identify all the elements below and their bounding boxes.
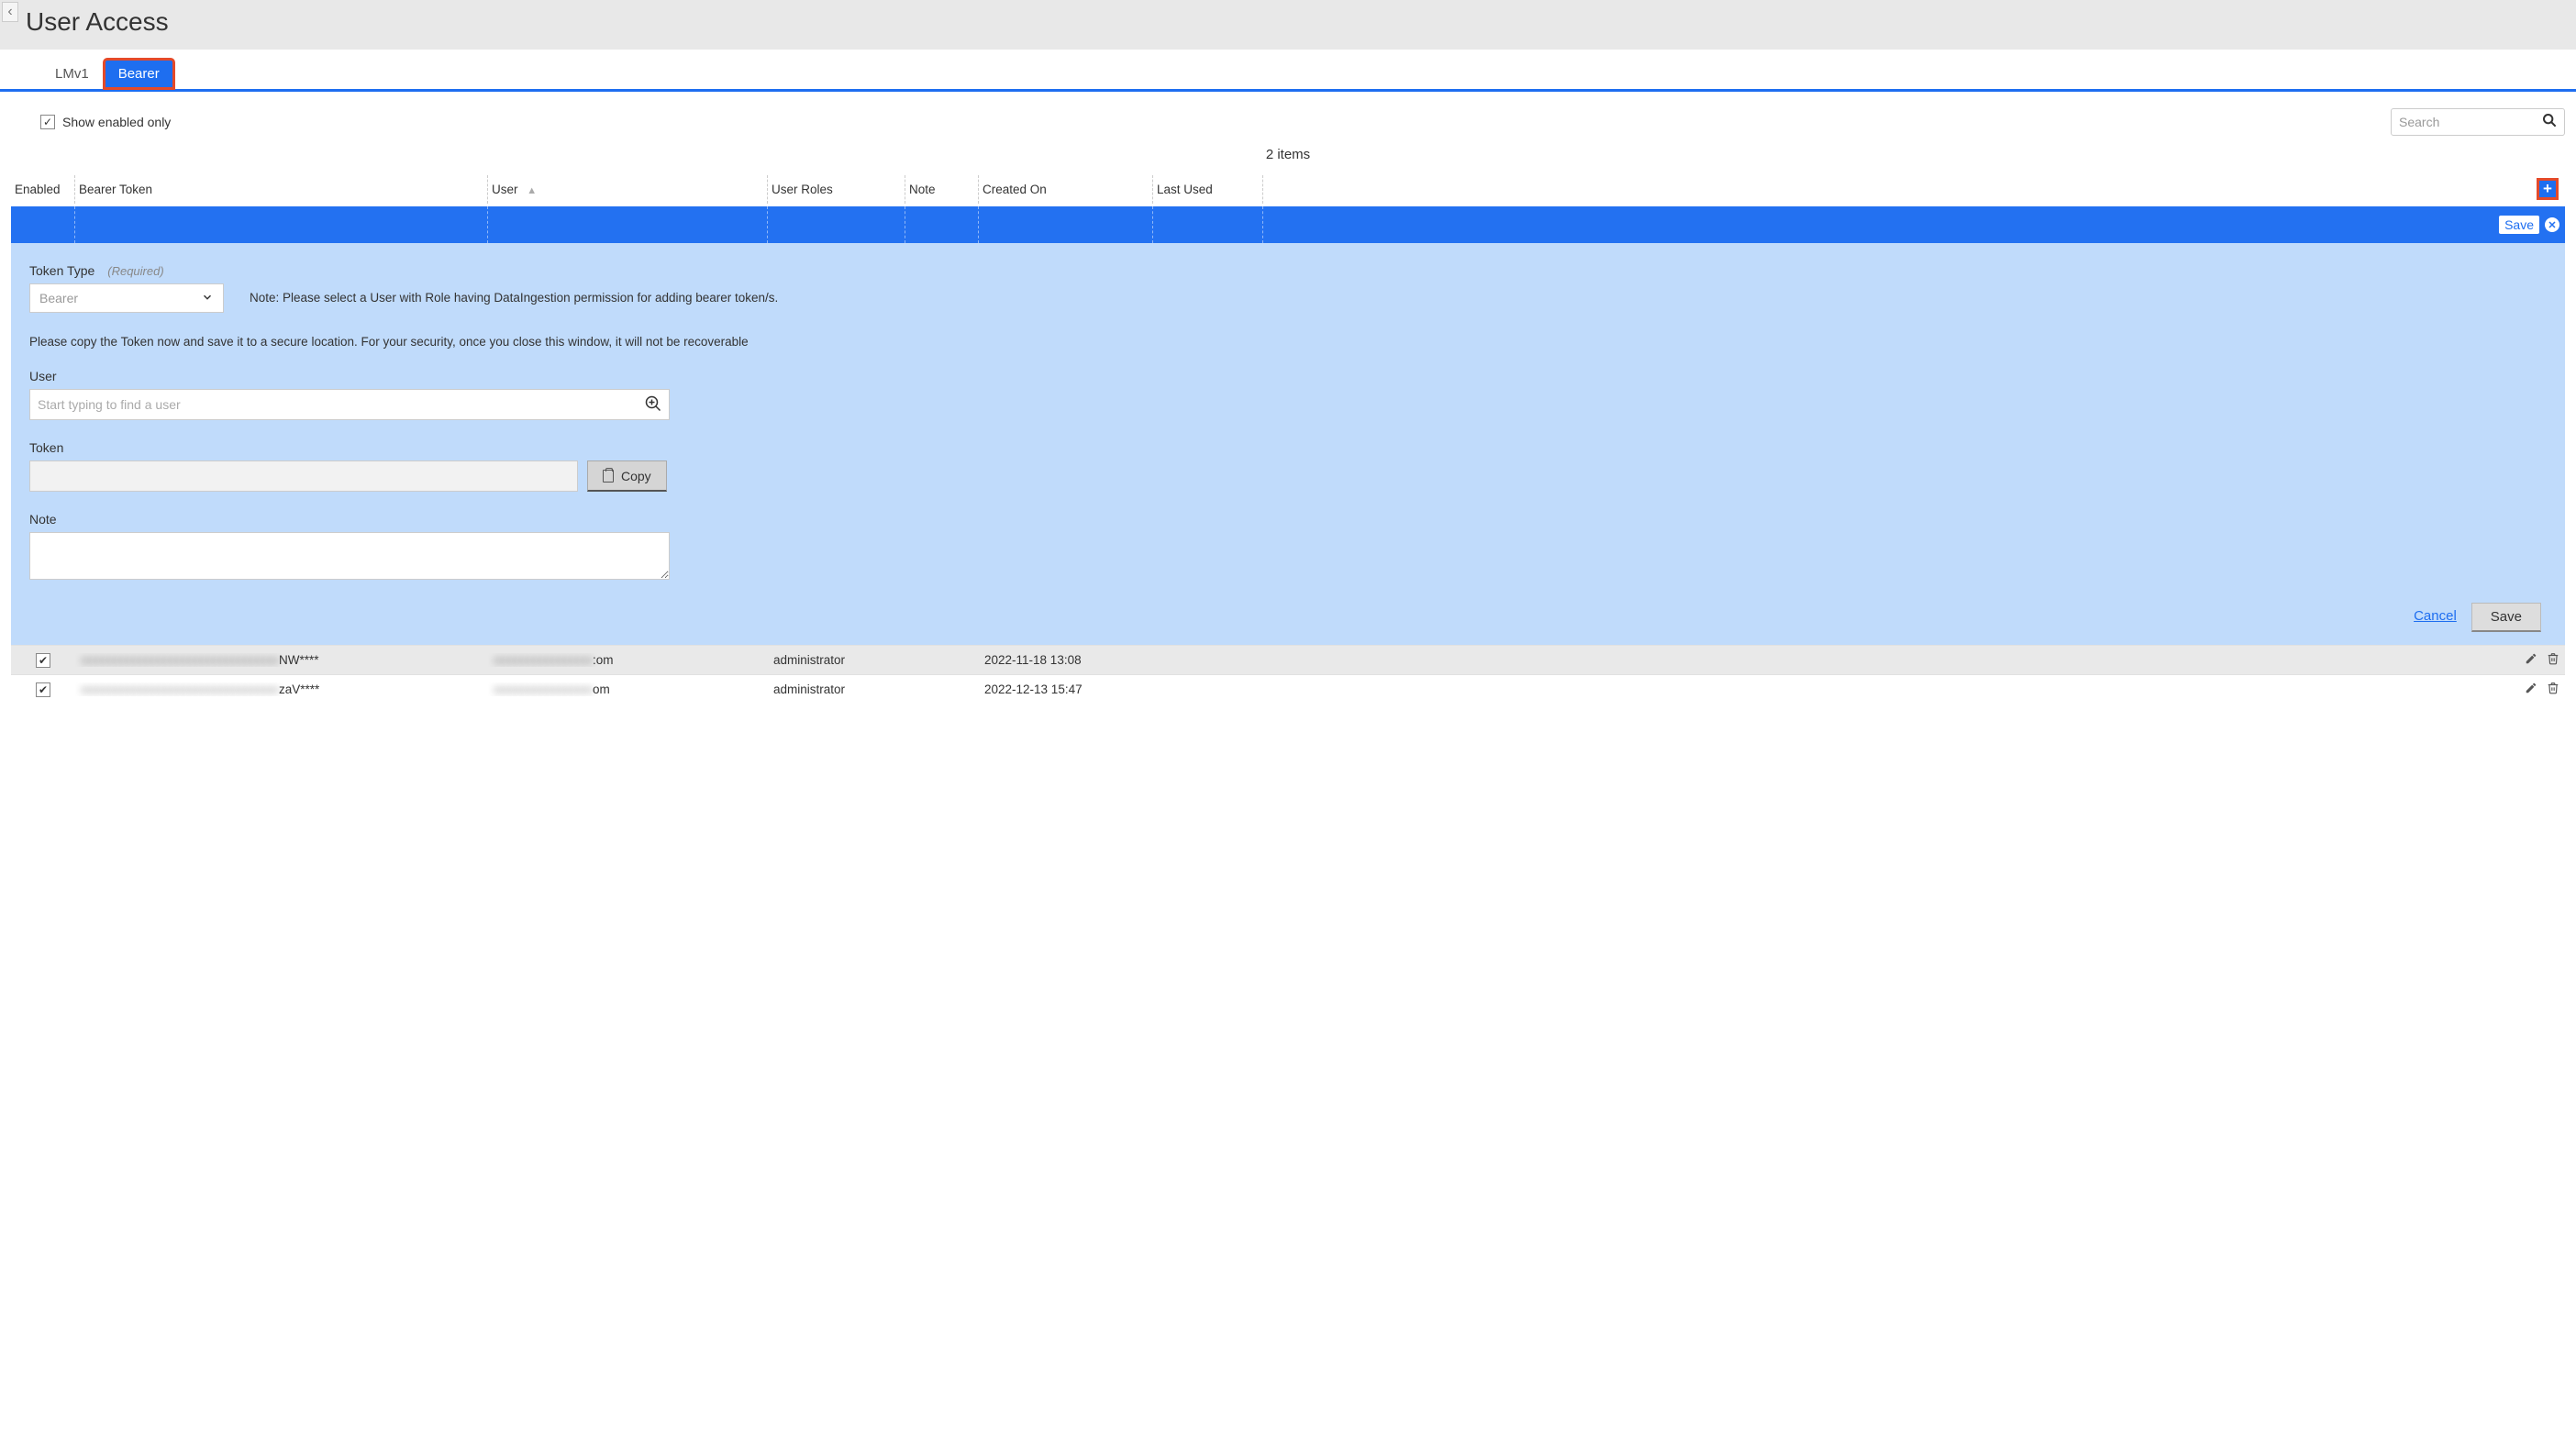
- token-output: [29, 460, 578, 492]
- user-label: User: [29, 369, 2547, 383]
- back-button[interactable]: ‹: [2, 2, 18, 22]
- clipboard-icon: [603, 470, 614, 483]
- col-created-on[interactable]: Created On: [979, 175, 1153, 204]
- tab-bearer[interactable]: Bearer: [104, 59, 174, 89]
- cell-user-roles: administrator: [768, 653, 905, 667]
- user-input-wrap[interactable]: [29, 389, 670, 420]
- col-user-label: User: [492, 183, 518, 196]
- col-user-roles[interactable]: User Roles: [768, 175, 905, 204]
- show-enabled-only-label: Show enabled only: [62, 115, 171, 129]
- tab-lmv1[interactable]: LMv1: [40, 59, 104, 89]
- cell-created-on: 2022-12-13 15:47: [979, 682, 1153, 696]
- edit-icon[interactable]: [2525, 682, 2537, 697]
- security-warning: Please copy the Token now and save it to…: [29, 335, 2547, 349]
- redacted-text: xxxxxxxxxxxxxxxxxxxxxxxxxxxxxxxx: [81, 682, 279, 696]
- redacted-text: xxxxxxxxxxxxxxxxxxxxxxxxxxxxxxxx: [81, 653, 279, 667]
- enabled-checkbox[interactable]: ✔: [36, 682, 50, 697]
- items-count: 2 items: [0, 141, 2576, 172]
- table-row[interactable]: ✔ xxxxxxxxxxxxxxxxxxxxxxxxxxxxxxxxzaV***…: [11, 674, 2565, 704]
- cell-bearer-token: xxxxxxxxxxxxxxxxxxxxxxxxxxxxxxxxNW****: [75, 653, 488, 667]
- delete-icon[interactable]: [2547, 652, 2559, 668]
- new-row-bar: Save ✕: [11, 206, 2565, 243]
- header-bar: User Access: [0, 0, 2576, 50]
- table-header-row: Enabled Bearer Token User ▲ User Roles N…: [11, 172, 2565, 206]
- note-label: Note: [29, 512, 2547, 527]
- copy-label: Copy: [621, 469, 651, 483]
- delete-icon[interactable]: [2547, 682, 2559, 697]
- token-type-select[interactable]: Bearer: [29, 283, 224, 313]
- row-close-button[interactable]: ✕: [2545, 217, 2559, 232]
- table-body: ✔ xxxxxxxxxxxxxxxxxxxxxxxxxxxxxxxxNW****…: [11, 645, 2565, 704]
- user-input[interactable]: [38, 397, 625, 412]
- cell-created-on: 2022-11-18 13:08: [979, 653, 1153, 667]
- new-token-form: Token Type (Required) Bearer Note: Pleas…: [11, 243, 2565, 645]
- redacted-text: xxxxxxxxxxxxxxxx: [494, 653, 593, 667]
- checkbox-icon: ✓: [40, 115, 55, 129]
- col-bearer-token[interactable]: Bearer Token: [75, 175, 488, 204]
- copy-button[interactable]: Copy: [587, 460, 667, 492]
- add-button[interactable]: +: [2537, 179, 2558, 199]
- enabled-checkbox[interactable]: ✔: [36, 653, 50, 668]
- page-title: User Access: [26, 7, 169, 37]
- token-label: Token: [29, 440, 2547, 455]
- filter-row: ✓ Show enabled only: [0, 92, 2576, 141]
- search-icon: [2542, 113, 2557, 132]
- cell-bearer-token: xxxxxxxxxxxxxxxxxxxxxxxxxxxxxxxxzaV****: [75, 682, 488, 696]
- search-box[interactable]: [2391, 108, 2565, 136]
- token-type-label: Token Type: [29, 263, 94, 278]
- edit-icon[interactable]: [2525, 652, 2537, 668]
- sort-asc-icon: ▲: [527, 185, 537, 196]
- row-save-button[interactable]: Save: [2499, 216, 2539, 234]
- col-note[interactable]: Note: [905, 175, 979, 204]
- token-type-value: Bearer: [39, 291, 78, 305]
- search-input[interactable]: [2399, 115, 2527, 129]
- zoom-search-icon[interactable]: [645, 395, 661, 415]
- show-enabled-only-checkbox[interactable]: ✓ Show enabled only: [40, 115, 171, 129]
- col-last-used[interactable]: Last Used: [1153, 175, 1263, 204]
- tabs-row: LMv1 Bearer: [0, 59, 2576, 92]
- col-user[interactable]: User ▲: [488, 175, 768, 204]
- col-enabled[interactable]: Enabled: [11, 175, 75, 204]
- table-area: Enabled Bearer Token User ▲ User Roles N…: [0, 172, 2576, 704]
- cell-user: xxxxxxxxxxxxxxxx:om: [488, 653, 768, 667]
- redacted-text: xxxxxxxxxxxxxxxx: [494, 682, 593, 696]
- chevron-down-icon: [201, 291, 214, 306]
- required-hint: (Required): [107, 264, 163, 278]
- cell-user: xxxxxxxxxxxxxxxxom: [488, 682, 768, 696]
- save-button[interactable]: Save: [2471, 603, 2541, 632]
- col-actions: +: [1263, 172, 2565, 206]
- cell-user-roles: administrator: [768, 682, 905, 696]
- table-row[interactable]: ✔ xxxxxxxxxxxxxxxxxxxxxxxxxxxxxxxxNW****…: [11, 645, 2565, 674]
- cancel-button[interactable]: Cancel: [2414, 603, 2457, 632]
- helper-note: Note: Please select a User with Role hav…: [250, 291, 778, 305]
- note-textarea[interactable]: [29, 532, 670, 580]
